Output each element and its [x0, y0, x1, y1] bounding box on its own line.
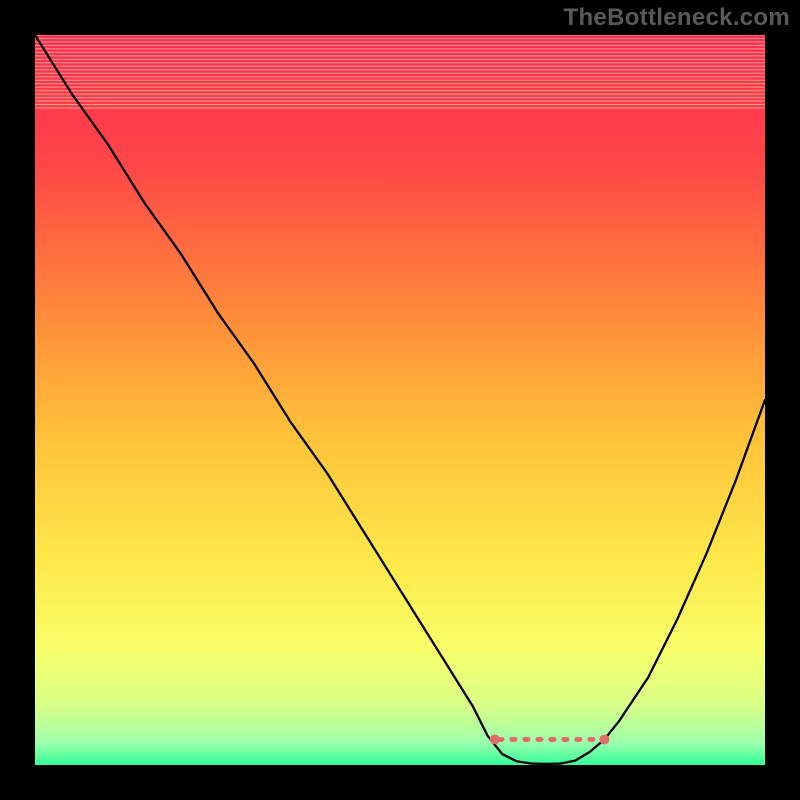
gradient-background	[35, 35, 765, 765]
chart-svg	[35, 35, 765, 765]
bottleneck-plot	[35, 35, 765, 765]
range-end-dot	[599, 734, 609, 744]
watermark-text: TheBottleneck.com	[564, 4, 790, 32]
chart-frame: TheBottleneck.com	[0, 0, 800, 800]
